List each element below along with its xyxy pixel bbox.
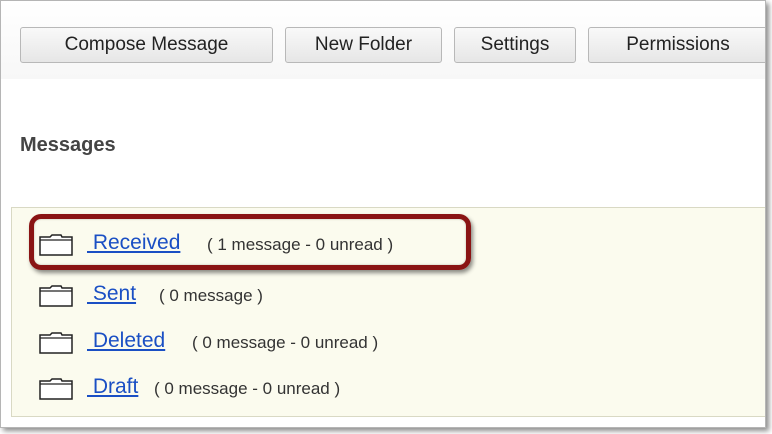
folder-icon: [39, 234, 73, 256]
settings-button[interactable]: Settings: [454, 27, 576, 63]
folder-count-draft: ( 0 message - 0 unread ): [154, 379, 341, 398]
permissions-button[interactable]: Permissions: [588, 27, 765, 63]
folder-link-sent[interactable]: Sent: [87, 281, 136, 307]
folder-count-received: ( 1 message - 0 unread ): [207, 235, 394, 254]
folder-count-deleted: ( 0 message - 0 unread ): [192, 333, 379, 352]
folder-link-deleted[interactable]: Deleted: [87, 328, 165, 354]
folder-icon: [39, 285, 73, 307]
messages-window: Compose Message New Folder Settings Perm…: [0, 0, 766, 428]
toolbar: Compose Message New Folder Settings Perm…: [1, 1, 765, 79]
folder-link-draft[interactable]: Draft: [87, 374, 139, 400]
folder-icon: [39, 378, 73, 400]
folder-icon: [39, 332, 73, 354]
folder-link-received[interactable]: Received: [87, 230, 181, 256]
compose-message-button[interactable]: Compose Message: [20, 27, 273, 63]
folder-count-sent: ( 0 message ): [159, 286, 263, 305]
new-folder-button[interactable]: New Folder: [285, 27, 442, 63]
page-title: Messages: [20, 134, 116, 156]
